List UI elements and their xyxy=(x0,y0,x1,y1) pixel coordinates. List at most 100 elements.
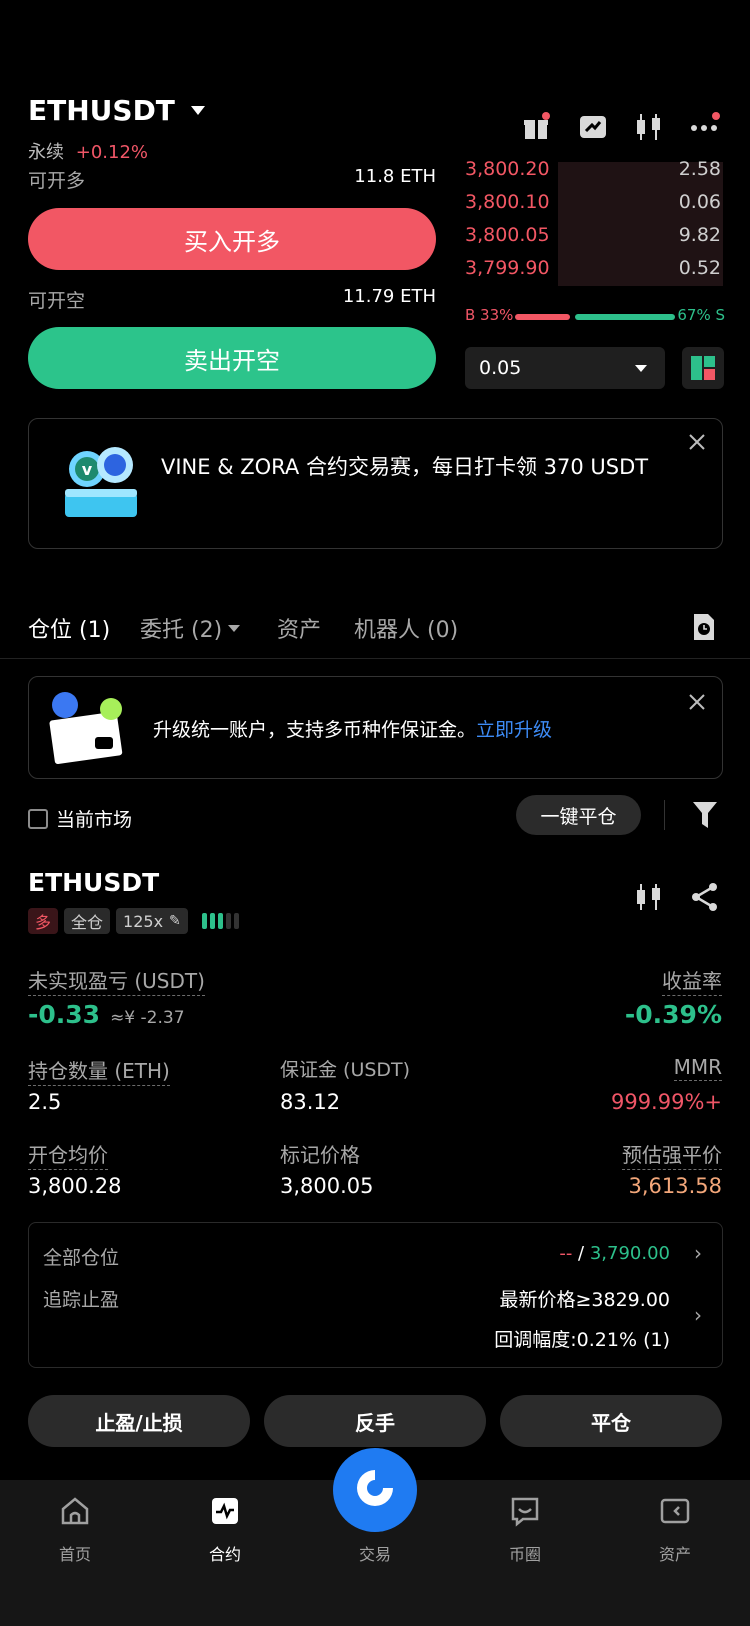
chevron-right-icon[interactable]: › xyxy=(694,1241,702,1265)
contract-type: 永续 xyxy=(28,142,64,163)
nav-home-label: 首页 xyxy=(58,1545,91,1564)
edit-icon: ✎ xyxy=(169,913,181,929)
tab-positions-label: 仓位 (1) xyxy=(28,618,111,643)
wallet-icon xyxy=(659,1495,691,1531)
svg-text:v: v xyxy=(82,460,93,479)
unrealized-pnl-label: 未实现盈亏 (USDT) xyxy=(28,965,205,996)
precision-select[interactable]: 0.05 xyxy=(465,347,665,389)
long-available-label: 可开多 xyxy=(28,170,86,192)
tpsl-values: -- / 3,790.00 xyxy=(559,1243,670,1264)
candlestick-icon[interactable] xyxy=(634,112,664,142)
ask-price: 3,799.90 xyxy=(465,257,550,279)
long-available-value: 11.8 ETH xyxy=(354,166,436,187)
upgrade-link[interactable]: 立即升级 xyxy=(476,719,552,741)
caret-down-icon xyxy=(228,624,241,632)
mmr-label: MMR xyxy=(673,1055,722,1081)
filter-divider xyxy=(664,800,665,830)
mark-price-value: 3,800.05 xyxy=(280,1174,374,1198)
reverse-button-label: 反手 xyxy=(355,1410,395,1435)
sell-short-button[interactable]: 卖出开空 xyxy=(28,327,436,389)
tabs-divider xyxy=(0,658,750,659)
sell-ratio-label: 67% S xyxy=(677,306,725,324)
chart-icon[interactable] xyxy=(634,882,664,912)
gift-icon[interactable] xyxy=(522,112,552,142)
unrealized-pnl-value: -0.33 xyxy=(28,1000,101,1029)
tab-assets[interactable]: 资产 xyxy=(277,612,321,644)
margin-value: 83.12 xyxy=(280,1090,341,1114)
exchange-icon[interactable] xyxy=(578,114,608,142)
tpsl-box[interactable]: 全部仓位 -- / 3,790.00 › 追踪止盈 最新价格≥3829.00 回… xyxy=(28,1222,723,1368)
entry-price-label: 开仓均价 xyxy=(28,1139,108,1170)
history-icon[interactable] xyxy=(690,612,718,642)
leverage-badge[interactable]: 125x ✎ xyxy=(116,908,188,934)
buy-ratio-label: B 33% xyxy=(465,306,514,324)
nav-assets[interactable]: 资产 xyxy=(630,1495,720,1565)
nav-trade[interactable]: 交易 xyxy=(330,1495,420,1565)
side-badge: 多 xyxy=(28,908,59,934)
nav-community[interactable]: 币圈 xyxy=(480,1495,570,1565)
price-change: +0.12% xyxy=(75,142,148,163)
tab-positions[interactable]: 仓位 (1) xyxy=(28,612,110,644)
promo-banner[interactable]: v VINE & ZORA 合约交易赛，每日打卡领 370 USDT xyxy=(28,418,723,549)
buy-sell-ratio: B 33% 67% S xyxy=(465,306,725,328)
tab-orders-label: 委托 (2) xyxy=(140,618,223,643)
roe-value: -0.39% xyxy=(624,1000,722,1029)
buy-long-label: 买入开多 xyxy=(184,227,280,256)
home-icon xyxy=(59,1495,91,1531)
promo-text: VINE & ZORA 合约交易赛，每日打卡领 370 USDT xyxy=(161,455,649,479)
ask-price: 3,800.20 xyxy=(465,158,550,180)
layout-toggle-icon[interactable] xyxy=(682,347,724,389)
ask-row[interactable]: 3,800.05 9.82 xyxy=(465,224,725,254)
margin-mode-badge: 全仓 xyxy=(64,908,111,934)
tab-bots[interactable]: 机器人 (0) xyxy=(354,612,458,644)
caret-down-icon xyxy=(635,365,647,372)
liq-price-label: 预估强平价 xyxy=(622,1139,722,1170)
position-symbol: ETHUSDT xyxy=(28,868,160,897)
ask-qty: 0.52 xyxy=(678,257,721,279)
close-icon[interactable] xyxy=(686,691,708,713)
chevron-right-icon[interactable]: › xyxy=(694,1303,702,1327)
tab-assets-label: 资产 xyxy=(277,618,322,643)
symbol-title: ETHUSDT xyxy=(28,94,175,127)
precision-value: 0.05 xyxy=(479,357,522,379)
ask-row[interactable]: 3,799.90 0.52 xyxy=(465,257,725,287)
upgrade-banner[interactable]: 升级统一账户，支持多币种作保证金。立即升级 xyxy=(28,676,723,779)
current-market-checkbox[interactable]: 当前市场 xyxy=(28,805,132,832)
adl-indicator xyxy=(201,913,239,929)
trailing-stop-label: 追踪止盈 xyxy=(43,1289,120,1311)
ask-row[interactable]: 3,800.10 0.06 xyxy=(465,191,725,221)
close-all-label: 一键平仓 xyxy=(540,805,617,828)
close-position-button[interactable]: 平仓 xyxy=(500,1395,722,1447)
more-icon[interactable] xyxy=(690,110,724,140)
reverse-button[interactable]: 反手 xyxy=(264,1395,486,1447)
tpsl-button[interactable]: 止盈/止损 xyxy=(28,1395,250,1447)
trailing-callback: 回调幅度:0.21% (1) xyxy=(494,1329,670,1351)
filter-icon[interactable] xyxy=(692,800,718,830)
close-all-button[interactable]: 一键平仓 xyxy=(516,795,641,835)
upgrade-message: 升级统一账户，支持多币种作保证金。 xyxy=(153,719,477,741)
close-position-button-label: 平仓 xyxy=(591,1410,631,1435)
tab-orders[interactable]: 委托 (2) xyxy=(140,612,241,644)
ask-qty: 0.06 xyxy=(678,191,721,213)
mmr-value: 999.99%+ xyxy=(610,1090,722,1114)
nav-trade-label: 交易 xyxy=(358,1545,391,1564)
promo-illustration: v xyxy=(59,441,143,525)
close-icon[interactable] xyxy=(686,431,708,453)
size-label: 持仓数量 (ETH) xyxy=(28,1055,170,1086)
buy-long-button[interactable]: 买入开多 xyxy=(28,208,436,270)
sell-short-label: 卖出开空 xyxy=(184,346,280,375)
tp-value: -- xyxy=(559,1243,573,1264)
share-icon[interactable] xyxy=(690,882,720,912)
nav-futures-label: 合约 xyxy=(208,1545,241,1564)
leverage-value: 125x xyxy=(123,911,164,931)
community-icon xyxy=(509,1495,541,1531)
ask-row[interactable]: 3,800.20 2.58 xyxy=(465,158,725,188)
sell-ratio-bar xyxy=(575,314,675,320)
buy-ratio-bar xyxy=(515,314,570,320)
wallet-illustration xyxy=(45,689,145,769)
nav-home[interactable]: 首页 xyxy=(30,1495,120,1565)
ask-price: 3,800.05 xyxy=(465,224,550,246)
symbol-selector[interactable]: ETHUSDT xyxy=(28,94,205,127)
tab-bots-label: 机器人 (0) xyxy=(354,618,459,643)
nav-futures[interactable]: 合约 xyxy=(180,1495,270,1565)
